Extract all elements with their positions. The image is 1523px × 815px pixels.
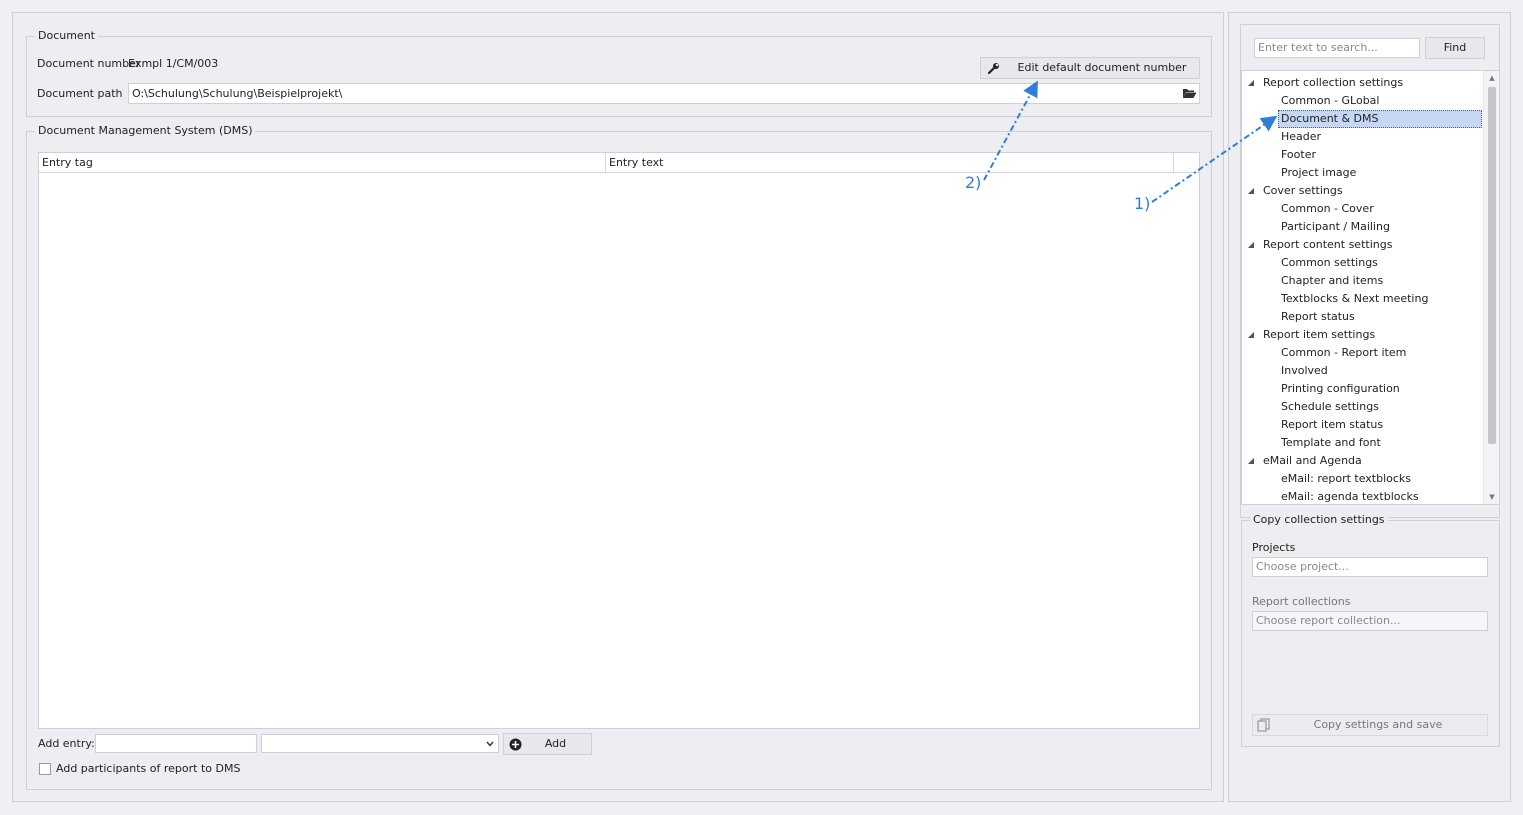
annotation-arrows (983, 80, 1278, 203)
annotation-arrow-2 (983, 80, 1038, 181)
annotation-arrow-1 (1151, 115, 1278, 203)
